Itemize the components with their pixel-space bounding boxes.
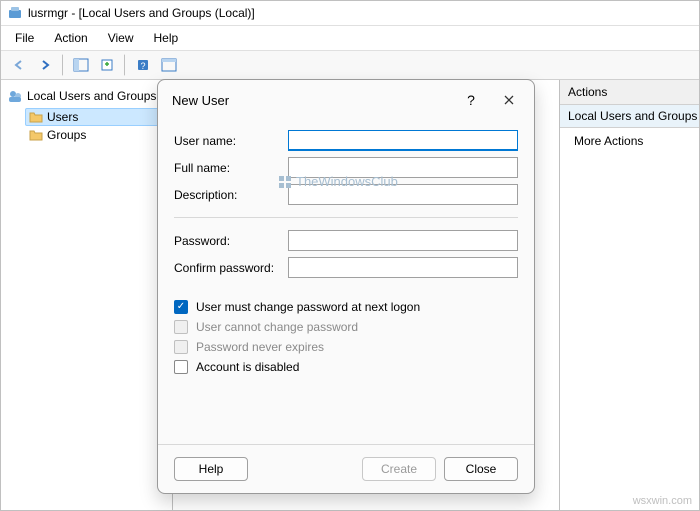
actions-more[interactable]: More Actions [560,128,699,154]
tree-item-groups[interactable]: Groups [25,126,168,144]
tree-root[interactable]: Local Users and Groups [5,86,168,106]
help-button[interactable]: ? [131,54,155,76]
create-button[interactable]: Create [362,457,436,481]
menu-file[interactable]: File [7,28,42,48]
back-button[interactable] [7,54,31,76]
actions-header: Actions [560,80,699,105]
dialog-help-button[interactable]: ? [456,88,486,112]
separator [174,217,518,218]
menu-action[interactable]: Action [46,28,95,48]
toolbar: ? [1,51,699,80]
checkbox-label: Account is disabled [196,360,299,374]
fullname-label: Full name: [174,161,282,175]
close-button[interactable]: Close [444,457,518,481]
checkbox-row-mustchange[interactable]: User must change password at next logon [174,300,518,314]
checkbox-label: User cannot change password [196,320,358,334]
tree-item-label: Groups [47,128,86,142]
checkbox-neverexpires [174,340,188,354]
description-label: Description: [174,188,282,202]
tree-root-label: Local Users and Groups [27,89,156,103]
svg-text:?: ? [140,61,145,71]
menu-view[interactable]: View [100,28,142,48]
properties-button[interactable] [157,54,181,76]
checkbox-disabled[interactable] [174,360,188,374]
help-button[interactable]: Help [174,457,248,481]
checkbox-mustchange[interactable] [174,300,188,314]
confirm-label: Confirm password: [174,261,282,275]
show-hide-tree-button[interactable] [69,54,93,76]
checkbox-row-disabled[interactable]: Account is disabled [174,360,518,374]
titlebar: lusrmgr - [Local Users and Groups (Local… [1,1,699,26]
description-input[interactable] [288,184,518,205]
fullname-input[interactable] [288,157,518,178]
dialog-titlebar: New User ? [158,80,534,120]
actions-subheader: Local Users and Groups [560,105,699,128]
checkbox-label: User must change password at next logon [196,300,420,314]
tree-item-users[interactable]: Users [25,108,168,126]
users-group-icon [7,88,23,104]
checkbox-row-neverexpires: Password never expires [174,340,518,354]
menu-help[interactable]: Help [146,28,187,48]
app-icon [7,5,23,21]
confirm-password-input[interactable] [288,257,518,278]
menubar: File Action View Help [1,26,699,51]
checkbox-row-cannotchange: User cannot change password [174,320,518,334]
password-label: Password: [174,234,282,248]
dialog-buttons: Help Create Close [158,444,534,493]
folder-icon [29,111,43,123]
site-watermark: wsxwin.com [633,495,692,507]
toolbar-divider [62,54,64,76]
username-label: User name: [174,134,282,148]
export-button[interactable] [95,54,119,76]
folder-icon [29,129,43,141]
new-user-dialog: New User ? User name: Full name: Descrip… [157,79,535,494]
checkbox-cannotchange [174,320,188,334]
dialog-body: User name: Full name: Description: Passw… [158,120,534,444]
toolbar-divider [124,54,126,76]
forward-button[interactable] [33,54,57,76]
username-input[interactable] [288,130,518,151]
actions-panel: Actions Local Users and Groups More Acti… [559,80,699,510]
dialog-close-button[interactable] [494,88,524,112]
tree-panel: Local Users and Groups Users Groups [1,80,173,510]
dialog-title: New User [172,93,448,108]
tree-item-label: Users [47,110,78,124]
window-title: lusrmgr - [Local Users and Groups (Local… [28,6,255,20]
password-input[interactable] [288,230,518,251]
checkbox-label: Password never expires [196,340,324,354]
